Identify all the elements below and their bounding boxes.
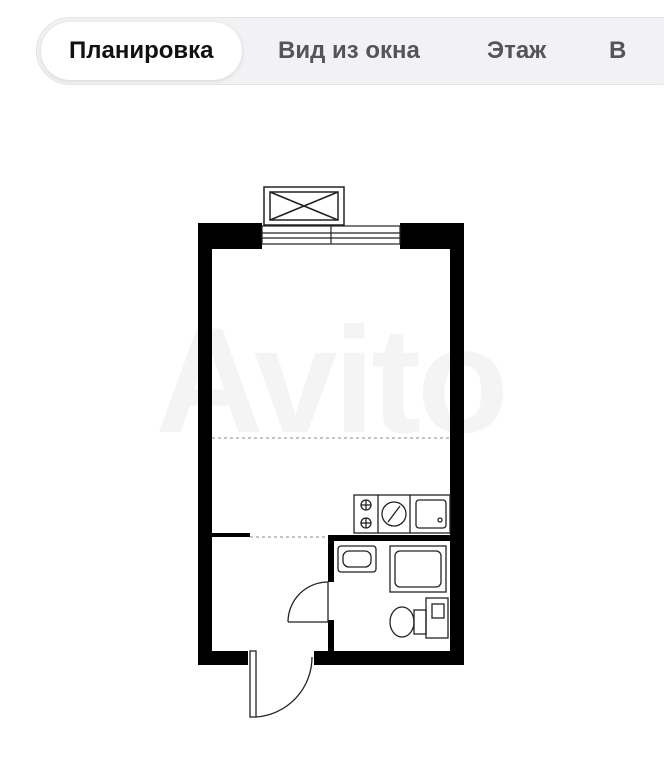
tab-floor[interactable]: Этаж: [487, 22, 546, 80]
bathroom-fixtures: [337, 545, 449, 639]
kitchen-unit: [353, 494, 451, 534]
tab-window-view[interactable]: Вид из окна: [278, 22, 420, 80]
zone-dividers: [212, 437, 450, 538]
doors: [249, 581, 329, 718]
tab-layout[interactable]: Планировка: [41, 22, 242, 80]
tab-more[interactable]: В: [609, 22, 626, 80]
tab-bar: Планировка Вид из окна Этаж В: [36, 17, 664, 85]
walls: [198, 223, 464, 665]
floor-plan: [198, 186, 464, 718]
window: [261, 225, 401, 245]
balcony: [263, 186, 345, 226]
